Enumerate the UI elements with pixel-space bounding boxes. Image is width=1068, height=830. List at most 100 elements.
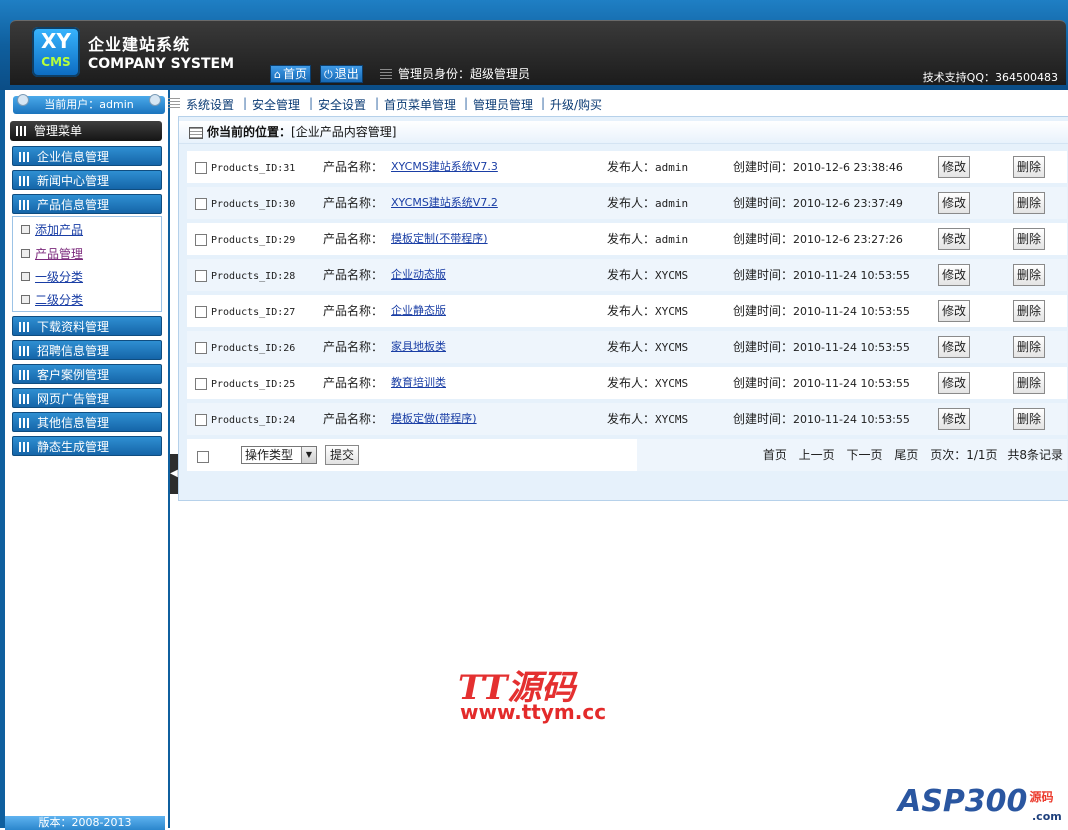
products-submenu: 添加产品 产品管理 一级分类 二级分类 [12,216,162,312]
sidebar-item-label: 其他信息管理 [37,416,110,430]
sidebar-item-news[interactable]: 新闻中心管理 [12,170,162,190]
sidebar-item-enterprise-info[interactable]: 企业信息管理 [12,146,162,166]
edit-button[interactable]: 修改 [938,408,970,430]
product-name-link[interactable]: 模板定制(不带程序) [391,223,488,255]
publisher-value: admin [655,161,689,174]
row-checkbox[interactable] [195,162,207,174]
table-row: Products_ID:26 产品名称： 家具地板类 发布人：XYCMS 创建时间：20… [187,331,1067,363]
pager-last[interactable]: 尾页 [894,448,918,462]
submenu-product-manage[interactable]: 产品管理 [21,245,83,262]
home-button[interactable]: ⌂ 首页 [270,65,311,83]
submenu-level2-category[interactable]: 二级分类 [21,291,83,308]
edit-button[interactable]: 修改 [938,264,970,286]
nav-security-manage[interactable]: 安全管理 [252,96,300,113]
delete-button[interactable]: 删除 [1013,408,1045,430]
product-name-link[interactable]: 企业静态版 [391,295,446,327]
bullet-icon [21,225,30,234]
sidebar-item-label: 企业信息管理 [37,150,110,164]
table-row: Products_ID:25 产品名称： 教育培训类 发布人：XYCMS 创建时间：20… [187,367,1067,399]
submenu-level1-category[interactable]: 一级分类 [21,268,84,285]
created-time-value: 2010-11-24 10:53:55 [793,377,910,390]
sidebar-item-downloads[interactable]: 下载资料管理 [12,316,162,336]
nav-home-menu[interactable]: 首页菜单管理 [384,96,456,113]
nav-separator: | [541,96,546,110]
top-nav: 系统设置 | 安全管理 | 安全设置 | 首页菜单管理 | 管理员管理 | 升级… [168,94,1068,114]
created-time: 创建时间：2010-11-24 10:53:55 [733,331,910,364]
created-time-value: 2010-11-24 10:53:55 [793,269,910,282]
product-name-link[interactable]: 企业动态版 [391,259,446,291]
delete-button[interactable]: 删除 [1013,336,1045,358]
created-time-value: 2010-12-6 23:27:26 [793,233,903,246]
collapse-sidebar-handle[interactable]: ◀ [170,454,178,494]
delete-button[interactable]: 删除 [1013,192,1045,214]
chevron-left-icon: ◀ [170,468,178,479]
sidebar-item-recruitment[interactable]: 招聘信息管理 [12,340,162,360]
table-row: Products_ID:29 产品名称： 模板定制(不带程序) 发布人：admin 创建… [187,223,1067,255]
row-checkbox[interactable] [195,306,207,318]
edit-button[interactable]: 修改 [938,156,970,178]
sidebar-item-ads[interactable]: 网页广告管理 [12,388,162,408]
pager-prev[interactable]: 上一页 [799,448,835,462]
product-name-link[interactable]: XYCMS建站系统V7.3 [391,151,498,183]
asp300-domain: .com [1032,810,1062,823]
list-icon [380,69,392,79]
product-name-link[interactable]: 教育培训类 [391,367,446,399]
delete-button[interactable]: 删除 [1013,228,1045,250]
nav-admin-manage[interactable]: 管理员管理 [473,96,533,113]
delete-button[interactable]: 删除 [1013,300,1045,322]
row-checkbox[interactable] [195,270,207,282]
submenu-label: 一级分类 [35,270,84,284]
home-label: 首页 [282,67,307,81]
row-checkbox[interactable] [195,414,207,426]
publisher: 发布人：admin [607,223,688,256]
row-checkbox[interactable] [195,342,207,354]
nav-security-settings[interactable]: 安全设置 [318,96,366,113]
created-time-label: 创建时间： [733,340,794,354]
publisher-value: admin [655,233,689,246]
row-checkbox[interactable] [195,234,207,246]
submenu-add-product[interactable]: 添加产品 [21,221,83,238]
brand-title-en: COMPANY SYSTEM [88,56,234,72]
asp300-text: ASP300 [898,784,1028,819]
row-checkbox[interactable] [195,198,207,210]
sidebar-item-products[interactable]: 产品信息管理 [12,194,162,214]
product-id: Products_ID:26 [211,343,296,354]
edit-button[interactable]: 修改 [938,372,970,394]
submit-button[interactable]: 提交 [325,445,359,465]
home-icon: ⌂ [274,68,281,81]
current-user-text: 当前用户：admin [44,98,134,111]
product-name-link[interactable]: XYCMS建站系统V7.2 [391,187,498,219]
admin-role: 管理员身份：超级管理员 [380,65,530,82]
delete-button[interactable]: 删除 [1013,372,1045,394]
publisher-value: XYCMS [655,269,689,282]
delete-button[interactable]: 删除 [1013,156,1045,178]
grid-icon [16,126,28,136]
edit-button[interactable]: 修改 [938,300,970,322]
action-type-select[interactable]: 操作类型 ▼ [241,446,317,464]
edit-button[interactable]: 修改 [938,228,970,250]
sidebar-panel: 当前用户：admin 管理菜单 企业信息管理 新闻中心管理 产品信息管理 添加产… [5,90,168,828]
product-name-link[interactable]: 模板定做(带程序) [391,403,477,435]
product-name-link[interactable]: 家具地板类 [391,331,446,363]
sidebar-item-other[interactable]: 其他信息管理 [12,412,162,432]
book-icon [19,442,31,452]
current-user: 当前用户：admin [13,94,165,114]
book-icon [19,418,31,428]
edit-button[interactable]: 修改 [938,336,970,358]
logo-top-text: XY [41,29,71,53]
nav-system-settings[interactable]: 系统设置 [186,96,234,113]
logout-button[interactable]: ⏻ 退出 [320,65,363,83]
pager-page-info: 页次：1/1页 [930,448,998,462]
edit-button[interactable]: 修改 [938,192,970,214]
pager-next[interactable]: 下一页 [847,448,883,462]
nav-upgrade[interactable]: 升级/购买 [550,96,602,113]
pager-first[interactable]: 首页 [763,448,787,462]
row-checkbox[interactable] [195,378,207,390]
select-all-checkbox[interactable] [197,451,209,463]
sidebar-item-cases[interactable]: 客户案例管理 [12,364,162,384]
product-name-label: 产品名称： [323,268,384,282]
sidebar-item-static[interactable]: 静态生成管理 [12,436,162,456]
product-name-label: 产品名称： [323,376,384,390]
created-time: 创建时间：2010-11-24 10:53:55 [733,259,910,292]
delete-button[interactable]: 删除 [1013,264,1045,286]
